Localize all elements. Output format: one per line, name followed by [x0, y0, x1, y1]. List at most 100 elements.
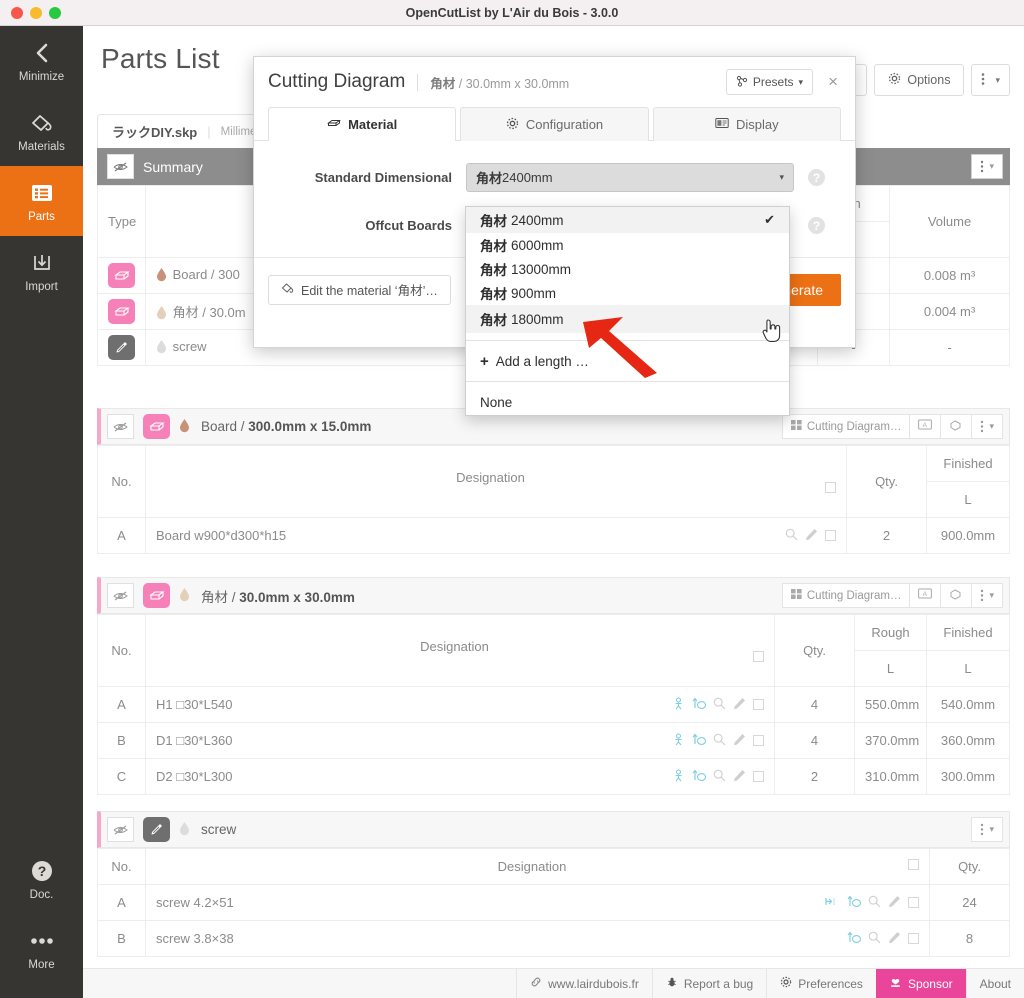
dropdown-option[interactable]: 角材 900mm: [466, 281, 789, 305]
tab-configuration[interactable]: Configuration: [460, 107, 649, 141]
visibility-toggle-icon[interactable]: [107, 414, 134, 439]
report-bug-button[interactable]: Report a bug: [651, 969, 766, 998]
length-icon[interactable]: [825, 895, 840, 911]
header-select-all-checkbox[interactable]: [753, 651, 764, 662]
row-checkbox[interactable]: [753, 771, 764, 782]
dropdown-option[interactable]: 角材 13000mm: [466, 257, 789, 281]
standard-dimensional-help-icon[interactable]: ?: [808, 169, 825, 186]
row-checkbox[interactable]: [825, 530, 836, 541]
about-button[interactable]: About: [965, 969, 1024, 998]
offcut-boards-help-icon[interactable]: ?: [808, 217, 825, 234]
row-checkbox[interactable]: [753, 735, 764, 746]
row-action-icons[interactable]: [672, 732, 764, 749]
magnifier-icon[interactable]: [713, 733, 726, 749]
board-icon: [143, 414, 170, 439]
cutting-diagram-button[interactable]: Cutting Diagram…: [781, 414, 911, 439]
sidebar-item-parts[interactable]: Parts: [0, 166, 83, 236]
table-row[interactable]: A H1 □30*L540 4 550.0mm 540.0mm: [97, 686, 1010, 723]
website-link[interactable]: www.lairdubois.fr: [516, 969, 652, 998]
table-row[interactable]: C D2 □30*L300 2 310.0mm 300.0mm: [97, 758, 1010, 795]
magnifier-icon[interactable]: [713, 769, 726, 785]
toolbar-kebab-menu[interactable]: ▾: [971, 64, 1010, 96]
grain-icon[interactable]: [692, 733, 707, 749]
row-action-icons[interactable]: [672, 696, 764, 713]
magnifier-icon[interactable]: [785, 528, 798, 544]
preferences-button[interactable]: Preferences: [766, 969, 876, 998]
modal-subtitle: 角材 / 30.0mm x 30.0mm: [430, 73, 569, 92]
close-window-button[interactable]: [11, 6, 23, 19]
dropdown-option[interactable]: 角材 2400mm ✔: [466, 207, 789, 233]
option-material: 角材: [480, 214, 507, 229]
edit-material-button[interactable]: Edit the material ‘角材’…: [268, 274, 451, 305]
row-checkbox[interactable]: [753, 699, 764, 710]
3d-view-button[interactable]: [940, 583, 973, 608]
maximize-window-button[interactable]: [49, 6, 61, 19]
sponsor-button[interactable]: Sponsor: [875, 969, 966, 998]
summary-title: Summary: [143, 158, 203, 175]
pencil-icon[interactable]: [888, 895, 901, 911]
visibility-toggle-icon[interactable]: [107, 154, 134, 179]
sidebar-item-more[interactable]: More: [0, 914, 83, 984]
sidebar-item-import[interactable]: Import: [0, 236, 83, 306]
tab-material[interactable]: Material: [268, 107, 457, 141]
none-option[interactable]: None: [466, 389, 789, 415]
row-action-icons[interactable]: [785, 528, 836, 544]
grain-icon[interactable]: [692, 697, 707, 713]
grain-icon[interactable]: [847, 895, 862, 911]
options-toolbar-button[interactable]: Options: [874, 64, 965, 96]
dropdown-divider: [466, 381, 789, 382]
dropdown-option[interactable]: 角材 6000mm: [466, 233, 789, 257]
table-row[interactable]: B screw 3.8×38 8: [97, 920, 1010, 957]
axes-icon[interactable]: [672, 696, 685, 713]
table-row[interactable]: B D1 □30*L360 4 370.0mm 360.0mm: [97, 722, 1010, 759]
cutting-diagram-button[interactable]: Cutting Diagram…: [781, 583, 911, 608]
table-row[interactable]: A Board w900*d300*h15 2 900.0mm: [97, 517, 1010, 554]
grain-icon[interactable]: [692, 769, 707, 785]
close-icon[interactable]: ×: [825, 72, 841, 92]
dropdown-option[interactable]: 角材 1800mm: [466, 305, 789, 333]
material-color-drop-icon: [179, 821, 192, 838]
minimize-window-button[interactable]: [30, 6, 42, 19]
standard-dimensional-select[interactable]: 角材 2400mm ▾: [466, 163, 794, 192]
window-title-bar: OpenCutList by L'Air du Bois - 3.0.0: [0, 0, 1024, 26]
presets-button[interactable]: Presets ▾: [725, 69, 814, 95]
file-tab[interactable]: ラックDIY.skp | Millime: [97, 114, 272, 148]
traffic-lights[interactable]: [0, 6, 61, 19]
pencil-icon[interactable]: [733, 769, 746, 785]
visibility-toggle-icon[interactable]: [107, 583, 134, 608]
col-no: No.: [97, 614, 146, 687]
axes-icon[interactable]: [672, 768, 685, 785]
row-action-icons[interactable]: [847, 931, 919, 947]
sidebar-item-materials[interactable]: Materials: [0, 96, 83, 166]
sidebar-item-minimize[interactable]: Minimize: [0, 26, 83, 96]
axes-icon[interactable]: [672, 732, 685, 749]
board-section-kebab-menu[interactable]: ▾: [971, 414, 1003, 439]
pencil-icon[interactable]: [733, 697, 746, 713]
sidebar-item-doc[interactable]: ? Doc.: [0, 844, 83, 914]
table-row[interactable]: A screw 4.2×51 24: [97, 884, 1010, 921]
pencil-icon[interactable]: [805, 528, 818, 544]
screw-section-kebab-menu[interactable]: ▾: [971, 817, 1003, 842]
header-select-all-checkbox[interactable]: [825, 482, 836, 493]
pencil-icon[interactable]: [733, 733, 746, 749]
row-action-icons[interactable]: [825, 895, 919, 911]
row-action-icons[interactable]: [672, 768, 764, 785]
row-checkbox[interactable]: [908, 933, 919, 944]
sidebar-item-label: Parts: [28, 210, 55, 223]
summary-kebab-menu[interactable]: ▾: [971, 154, 1003, 179]
header-select-all-checkbox[interactable]: [908, 859, 919, 870]
magnifier-icon[interactable]: [868, 895, 881, 911]
magnifier-icon[interactable]: [868, 931, 881, 947]
tab-display[interactable]: Display: [652, 107, 841, 141]
pencil-icon[interactable]: [888, 931, 901, 947]
cutting-diagram-label: Cutting Diagram…: [806, 589, 902, 602]
magnifier-icon[interactable]: [713, 697, 726, 713]
labels-button[interactable]: A: [909, 583, 942, 608]
kakuzai-section-kebab-menu[interactable]: ▾: [971, 583, 1003, 608]
3d-view-button[interactable]: [940, 414, 973, 439]
labels-button[interactable]: A: [909, 414, 942, 439]
grain-icon[interactable]: [847, 931, 862, 947]
row-checkbox[interactable]: [908, 897, 919, 908]
add-a-length-option[interactable]: + Add a length …: [466, 348, 789, 374]
visibility-toggle-icon[interactable]: [107, 817, 134, 842]
